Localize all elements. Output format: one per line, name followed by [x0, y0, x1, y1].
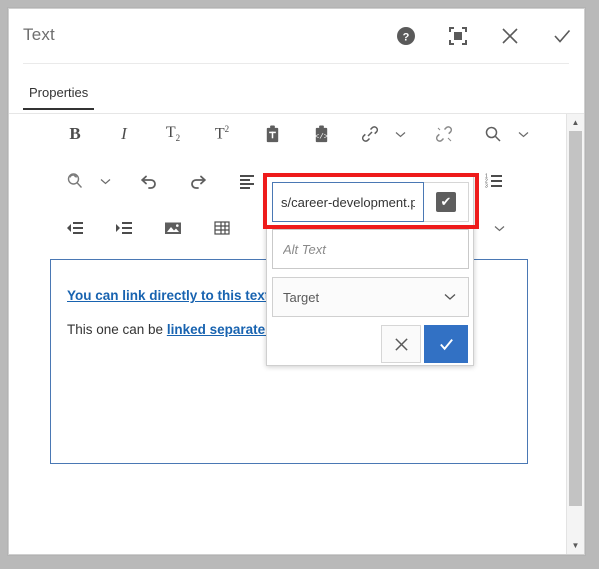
dialog-titlebar: Text ? [9, 9, 584, 64]
titlebar-divider [23, 63, 569, 64]
editor-line-1: You can link directly to this text! [67, 288, 274, 303]
url-row: ✔ [272, 182, 469, 222]
target-select-label: Target [283, 289, 320, 305]
confirm-button[interactable] [424, 325, 468, 363]
unlink-button[interactable] [427, 114, 461, 154]
paste-as-text-button[interactable] [255, 114, 289, 154]
url-input[interactable] [272, 182, 424, 222]
fullscreen-icon[interactable] [446, 24, 470, 48]
editor-link-1[interactable]: You can link directly to this text! [67, 288, 274, 303]
superscript-button[interactable]: T2 [205, 114, 239, 154]
editor-line-2-prefix: This one can be [67, 322, 167, 337]
popup-actions [272, 325, 469, 363]
text-properties-dialog: Text ? Properties B I T2 T2 </> 1 2 3 Yo… [8, 8, 585, 555]
tab-bar: Properties [23, 81, 95, 110]
page-title: Text [23, 25, 55, 44]
redo-button[interactable] [181, 161, 215, 201]
align-button[interactable] [230, 161, 264, 201]
svg-text:</>: </> [314, 133, 328, 141]
link-dropdown-chevron-icon[interactable] [392, 114, 408, 154]
paste-as-code-button[interactable]: </> [304, 114, 338, 154]
tab-properties[interactable]: Properties [23, 81, 95, 110]
svg-text:?: ? [403, 32, 410, 44]
chevron-down-icon [444, 288, 456, 306]
vertical-scrollbar[interactable]: ▲ ▼ [566, 114, 584, 554]
editor-line-2: This one can be linked separately [67, 322, 276, 337]
checkbox-checked-icon: ✔ [436, 192, 456, 212]
help-icon[interactable]: ? [394, 24, 418, 48]
more-options-chevron-icon[interactable] [491, 208, 507, 248]
italic-button[interactable]: I [107, 114, 141, 154]
bold-button[interactable]: B [58, 114, 92, 154]
cancel-button[interactable] [381, 325, 421, 363]
find-replace-chevron-icon[interactable] [97, 161, 113, 201]
find-dropdown-chevron-icon[interactable] [515, 114, 531, 154]
editor-link-2[interactable]: linked separately [167, 322, 277, 337]
svg-text:3: 3 [485, 184, 488, 190]
link-properties-popup: ✔ Target [266, 176, 474, 366]
scroll-up-arrow-icon[interactable]: ▲ [567, 114, 584, 131]
alt-text-input[interactable] [272, 229, 469, 269]
subscript-button[interactable]: T2 [156, 114, 190, 154]
image-button[interactable] [156, 208, 190, 248]
scrollbar-thumb[interactable] [569, 131, 582, 506]
find-button[interactable] [476, 114, 510, 154]
target-select[interactable]: Target [272, 277, 469, 317]
titlebar-actions: ? [394, 9, 574, 63]
ordered-list-button[interactable]: 123 [477, 161, 511, 201]
link-button[interactable] [353, 114, 387, 154]
confirm-icon[interactable] [550, 24, 574, 48]
find-replace-button[interactable] [58, 161, 92, 201]
scroll-down-arrow-icon[interactable]: ▼ [567, 537, 584, 554]
undo-button[interactable] [132, 161, 166, 201]
close-icon[interactable] [498, 24, 522, 48]
table-button[interactable] [205, 208, 239, 248]
url-checkbox-button[interactable]: ✔ [424, 182, 469, 222]
toolbar-row-1: B I T2 T2 </> [9, 114, 549, 161]
indent-button[interactable] [107, 208, 141, 248]
outdent-button[interactable] [58, 208, 92, 248]
